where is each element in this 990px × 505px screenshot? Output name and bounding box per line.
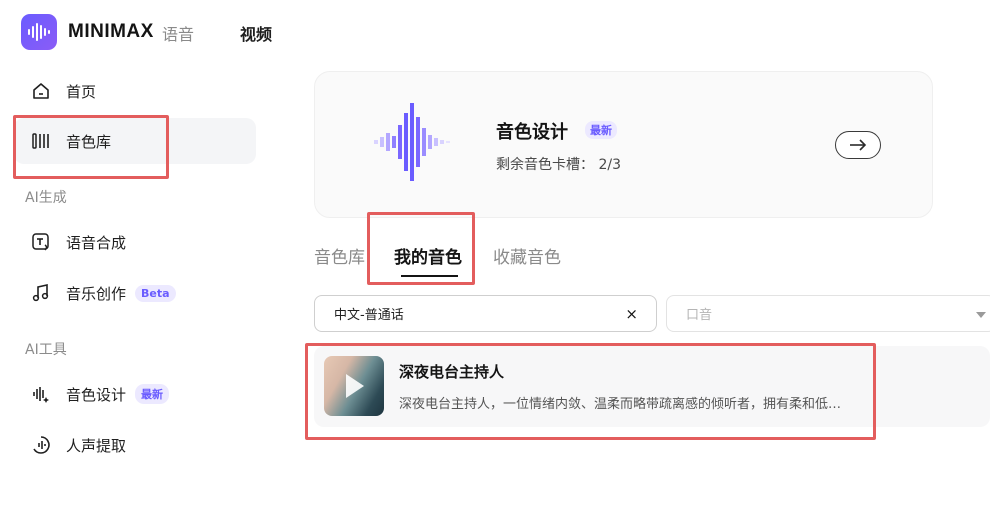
voice-library-icon <box>31 131 51 151</box>
sidebar-item-label: 音色设计 <box>66 385 127 404</box>
vocal-extract-icon <box>31 435 51 455</box>
section-ai-tools: AI工具 <box>25 342 67 358</box>
accent-filter-placeholder: 口音 <box>686 308 713 323</box>
sidebar-item-label: 人声提取 <box>66 436 127 455</box>
sidebar-item-music[interactable]: 音乐创作 Beta <box>14 270 256 316</box>
beta-badge: Beta <box>135 284 176 302</box>
top-tab-video[interactable]: 视频 <box>240 21 272 45</box>
hero-new-badge: 最新 <box>585 121 617 139</box>
arrow-right-icon <box>850 139 867 151</box>
top-tab-voice[interactable]: 语音 <box>162 21 194 45</box>
chevron-down-icon <box>976 312 986 318</box>
sidebar-item-voice-library[interactable]: 音色库 <box>14 118 256 164</box>
voice-thumbnail[interactable] <box>324 356 384 416</box>
hero-title: 音色设计 <box>496 122 568 143</box>
tab-voice-library[interactable]: 音色库 <box>314 243 365 268</box>
voice-description: 深夜电台主持人，一位情绪内敛、温柔而略带疏离感的倾听者，拥有柔和低… <box>399 397 842 412</box>
music-note-icon <box>31 283 51 303</box>
list-item[interactable] <box>314 346 990 427</box>
clear-icon[interactable]: × <box>625 305 638 323</box>
section-ai-generate: AI生成 <box>25 190 67 206</box>
text-to-speech-icon <box>31 232 51 252</box>
new-badge: 最新 <box>135 384 170 404</box>
accent-filter[interactable]: 口音 <box>666 295 990 332</box>
home-icon <box>31 81 51 101</box>
tab-favorite-voices[interactable]: 收藏音色 <box>493 243 561 268</box>
voice-design-icon <box>31 384 51 404</box>
sidebar-item-label: 音乐创作 <box>66 284 127 303</box>
remaining-slots: 剩余音色卡槽： 2/3 <box>496 157 621 173</box>
waveform-logo-icon <box>28 23 50 41</box>
active-tab-indicator <box>401 275 458 277</box>
language-filter[interactable]: 中文-普通话 × <box>314 295 657 332</box>
sidebar-item-label: 音色库 <box>66 132 112 151</box>
play-icon <box>346 374 364 398</box>
voice-design-enter-button[interactable] <box>835 131 881 159</box>
sidebar-item-home[interactable]: 首页 <box>14 68 256 114</box>
sidebar-item-tts[interactable]: 语音合成 <box>14 219 256 265</box>
brand-name: MINIMAX <box>68 21 154 42</box>
minimax-logo[interactable] <box>21 14 57 50</box>
sidebar-item-label: 首页 <box>66 82 97 101</box>
voice-name: 深夜电台主持人 <box>399 363 505 381</box>
tab-my-voices[interactable]: 我的音色 <box>394 243 462 268</box>
language-filter-value: 中文-普通话 <box>334 308 404 323</box>
sidebar-item-vocal-extract[interactable]: 人声提取 <box>14 422 256 468</box>
sidebar-item-label: 语音合成 <box>66 233 127 252</box>
sidebar-item-voice-design[interactable]: 音色设计 最新 <box>14 371 256 417</box>
voice-waveform-icon <box>374 103 450 181</box>
